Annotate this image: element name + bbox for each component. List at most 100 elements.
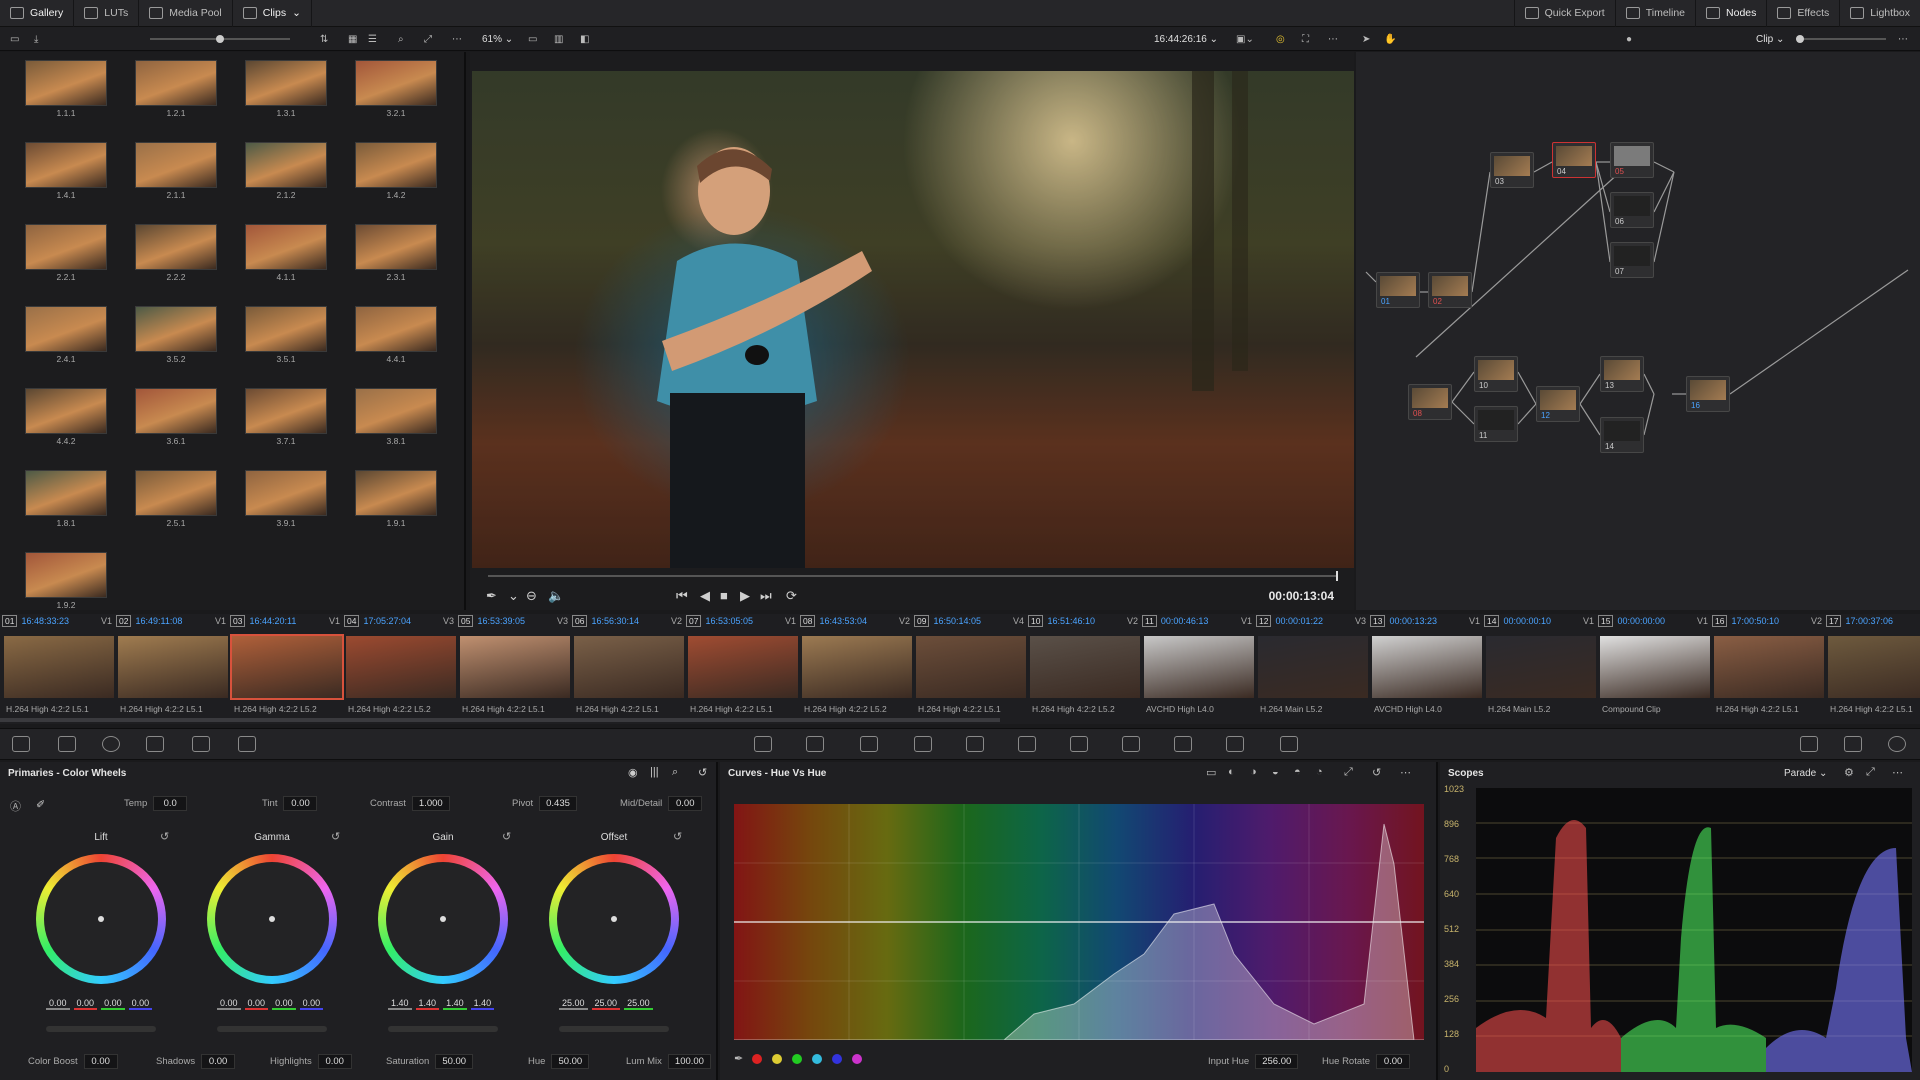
red-swatch[interactable] bbox=[752, 1054, 762, 1064]
gallery-still[interactable]: 1.9.1 bbox=[355, 470, 437, 528]
wheel-value[interactable]: 0.00 bbox=[46, 998, 70, 1010]
wheel-value[interactable]: 1.40 bbox=[470, 998, 495, 1010]
master-wheel-slider[interactable] bbox=[559, 1026, 669, 1032]
curve-mode-icon-2[interactable]: ◐ bbox=[1228, 766, 1235, 778]
master-wheel-slider[interactable] bbox=[46, 1026, 156, 1032]
curves-expand-icon[interactable]: ⤢ bbox=[1344, 766, 1353, 779]
contrast-control[interactable]: Contrast 1.000 bbox=[370, 796, 450, 811]
expand-icon[interactable]: ⤢ bbox=[424, 27, 432, 51]
fullscreen-icon[interactable]: ⛶ bbox=[1302, 27, 1309, 51]
clips-button[interactable]: Clips ⌄ bbox=[233, 0, 312, 27]
auto-balance-icon[interactable]: Ⓐ bbox=[10, 798, 21, 814]
gallery-still[interactable]: 2.5.1 bbox=[135, 470, 217, 528]
node-10[interactable]: 10 bbox=[1474, 356, 1518, 392]
magenta-swatch[interactable] bbox=[852, 1054, 862, 1064]
curve-mode-icon-1[interactable]: ▭ bbox=[1206, 766, 1216, 779]
node-13[interactable]: 13 bbox=[1600, 356, 1644, 392]
gallery-still[interactable]: 3.7.1 bbox=[245, 388, 327, 446]
curve-mode-icon-4[interactable]: ◒ bbox=[1272, 766, 1279, 778]
wheel-handle[interactable] bbox=[611, 916, 617, 922]
timeline-clip[interactable]: 08 16:43:53:04 V2 H.264 High 4:2:2 L5.2 bbox=[800, 614, 914, 722]
scope-type-selector[interactable]: Parade ⌄ bbox=[1784, 768, 1827, 779]
highlight-icon[interactable]: ◎ bbox=[1276, 27, 1285, 51]
eyedropper-icon[interactable]: ✒ bbox=[486, 588, 497, 604]
lightbox-button[interactable]: Lightbox bbox=[1839, 0, 1920, 27]
curve-mode-icon-3[interactable]: ◑ bbox=[1250, 766, 1257, 778]
scope-expand-icon[interactable]: ⤢ bbox=[1866, 766, 1875, 779]
thumbnail-size-slider[interactable] bbox=[150, 27, 310, 51]
nodes-button[interactable]: Nodes bbox=[1695, 0, 1766, 27]
saturation-control[interactable]: Saturation 50.00 bbox=[386, 1054, 474, 1069]
gallery-still[interactable]: 3.9.1 bbox=[245, 470, 327, 528]
gallery-still[interactable]: 3.2.1 bbox=[355, 60, 437, 118]
stop-icon[interactable]: ■ bbox=[720, 588, 728, 603]
input-hue-control[interactable]: Input Hue 256.00 bbox=[1208, 1054, 1299, 1069]
wheel-value[interactable]: 25.00 bbox=[559, 998, 588, 1010]
temp-control[interactable]: Temp 0.0 bbox=[124, 796, 188, 811]
timeline-clip[interactable]: 14 00:00:00:10 V1 H.264 Main L5.2 bbox=[1484, 614, 1598, 722]
gallery-still[interactable]: 4.4.2 bbox=[25, 388, 107, 446]
curve-mode-icon-6[interactable]: ◔ bbox=[1316, 766, 1323, 778]
gallery-still[interactable]: 4.1.1 bbox=[245, 224, 327, 282]
wheel-handle[interactable] bbox=[440, 916, 446, 922]
timeline-clip[interactable]: 05 16:53:39:05 V3 H.264 High 4:2:2 L5.1 bbox=[458, 614, 572, 722]
timeline-clip[interactable]: 02 16:49:11:08 V1 H.264 High 4:2:2 L5.1 bbox=[116, 614, 230, 722]
wheel-value[interactable]: 0.00 bbox=[272, 998, 296, 1010]
timeline-clip[interactable]: 07 16:53:05:05 V1 H.264 High 4:2:2 L5.1 bbox=[686, 614, 800, 722]
volume-icon[interactable]: 🔈 bbox=[548, 588, 564, 604]
play-icon[interactable]: ▶ bbox=[740, 588, 750, 604]
wheel-value[interactable]: 0.00 bbox=[73, 998, 98, 1010]
timeline-scrollbar[interactable] bbox=[0, 718, 1000, 722]
node-zoom-slider[interactable] bbox=[1796, 27, 1886, 51]
pointer-icon[interactable]: ➤ bbox=[1362, 27, 1370, 51]
timeline-clip[interactable]: 01 16:48:33:23 V1 H.264 High 4:2:2 L5.1 bbox=[2, 614, 116, 722]
hdr-icon[interactable] bbox=[146, 736, 164, 752]
node-12[interactable]: 12 bbox=[1536, 386, 1580, 422]
nodes-more-icon[interactable]: ⋯ bbox=[1898, 27, 1908, 51]
wheel-value[interactable]: 1.40 bbox=[415, 998, 440, 1010]
shadows-control[interactable]: Shadows 0.00 bbox=[156, 1054, 236, 1069]
wheel-handle[interactable] bbox=[98, 916, 104, 922]
luts-button[interactable]: LUTs bbox=[74, 0, 140, 27]
scope-more-icon[interactable]: ⋯ bbox=[1892, 766, 1903, 779]
wheel-value[interactable]: 0.00 bbox=[244, 998, 269, 1010]
timeline-clip[interactable]: 11 00:00:46:13 V1 AVCHD High L4.0 bbox=[1142, 614, 1256, 722]
gallery-still[interactable]: 3.8.1 bbox=[355, 388, 437, 446]
timeline-clip[interactable]: 16 17:00:50:10 V2 H.264 High 4:2:2 L5.1 bbox=[1712, 614, 1826, 722]
wheel-value[interactable]: 1.40 bbox=[443, 998, 467, 1010]
wheel-value[interactable]: 0.00 bbox=[217, 998, 241, 1010]
pivot-control[interactable]: Pivot 0.435 bbox=[512, 796, 577, 811]
import-icon[interactable]: ⤓ bbox=[34, 27, 38, 51]
master-wheel-slider[interactable] bbox=[217, 1026, 327, 1032]
timeline-clip[interactable]: 13 00:00:13:23 V1 AVCHD High L4.0 bbox=[1370, 614, 1484, 722]
gallery-still[interactable]: 2.3.1 bbox=[355, 224, 437, 282]
qualifier-icon[interactable] bbox=[860, 736, 878, 752]
gallery-still[interactable]: 1.4.2 bbox=[355, 142, 437, 200]
white-balance-picker-icon[interactable]: ✐ bbox=[36, 798, 45, 811]
motion-effects-icon[interactable] bbox=[238, 736, 256, 752]
color-wheel[interactable] bbox=[549, 854, 679, 984]
wheel-handle[interactable] bbox=[269, 916, 275, 922]
color-boost-control[interactable]: Color Boost 0.00 bbox=[28, 1054, 118, 1069]
more-options-icon[interactable]: ⋯ bbox=[452, 27, 462, 51]
highlights-control[interactable]: Highlights 0.00 bbox=[270, 1054, 352, 1069]
blur-icon[interactable] bbox=[1070, 736, 1088, 752]
wheel-value[interactable]: 0.00 bbox=[128, 998, 153, 1010]
window-icon[interactable] bbox=[914, 736, 932, 752]
timeline-clip[interactable]: 04 17:05:27:04 V3 H.264 High 4:2:2 L5.2 bbox=[344, 614, 458, 722]
node-11[interactable]: 11 bbox=[1474, 406, 1518, 442]
node-02[interactable]: 02 bbox=[1428, 272, 1472, 308]
timeline-clip[interactable]: 06 16:56:30:14 V2 H.264 High 4:2:2 L5.1 bbox=[572, 614, 686, 722]
gallery-still[interactable]: 1.1.1 bbox=[25, 60, 107, 118]
curves-icon[interactable] bbox=[754, 736, 772, 752]
gallery-still[interactable]: 2.2.2 bbox=[135, 224, 217, 282]
curve-mode-icon-5[interactable]: ◓ bbox=[1294, 766, 1301, 778]
timeline-clip[interactable]: 15 00:00:00:00 V1 Compound Clip bbox=[1598, 614, 1712, 722]
color-match-icon[interactable] bbox=[58, 736, 76, 752]
panel-toggle-icon[interactable]: ▭ bbox=[10, 27, 19, 51]
timeline-clip[interactable]: 03 16:44:20:11 V1 H.264 High 4:2:2 L5.2 bbox=[230, 614, 344, 722]
curves-more-icon[interactable]: ⋯ bbox=[1400, 766, 1411, 779]
timeline-button[interactable]: Timeline bbox=[1614, 0, 1695, 27]
color-wheels-icon[interactable] bbox=[102, 736, 120, 752]
reset-all-icon[interactable]: ↺ bbox=[698, 766, 707, 779]
